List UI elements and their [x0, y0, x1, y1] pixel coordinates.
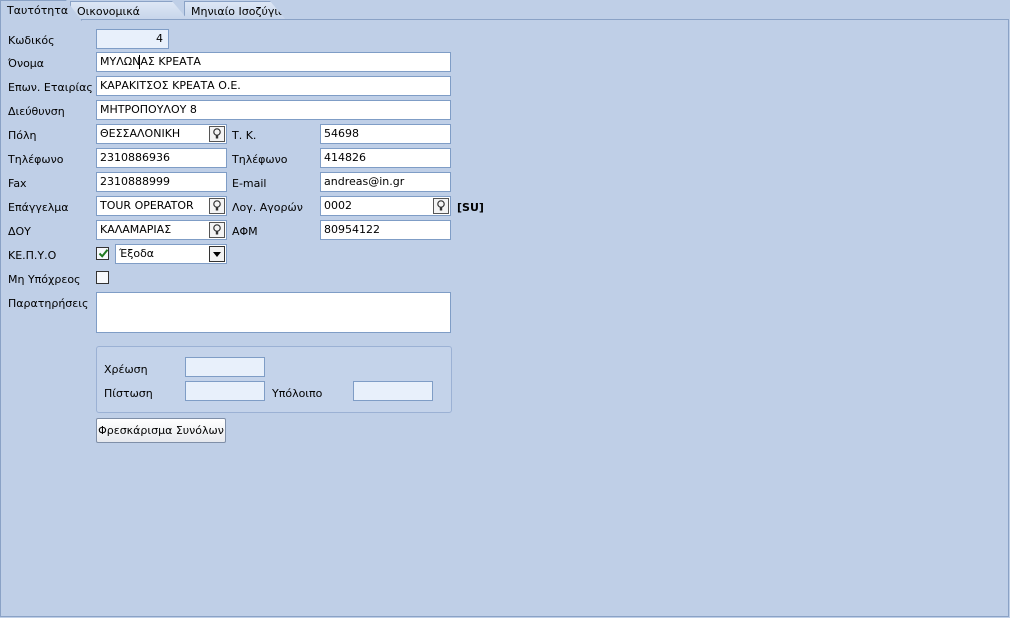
- checkmark-icon: [98, 249, 109, 258]
- company-label: Επων. Εταιρίας: [8, 81, 93, 94]
- address-field[interactable]: ΜΗΤΡΟΠΟΥΛΟΥ 8: [96, 100, 451, 120]
- profession-label: Επάγγελμα: [8, 201, 69, 214]
- vat-label: ΑΦΜ: [232, 225, 258, 238]
- tax-office-lookup-icon[interactable]: [209, 222, 225, 238]
- city-value: ΘΕΣΣΑΛΟΝΙΚΗ: [100, 127, 181, 140]
- phone1-label: Τηλέφωνο: [8, 153, 64, 166]
- chevron-down-icon[interactable]: [209, 246, 225, 262]
- credit-label: Πίστωση: [104, 387, 153, 400]
- profession-value: TOUR OPERATOR: [100, 199, 194, 212]
- email-label: E-mail: [232, 177, 267, 190]
- account-field[interactable]: 0002: [320, 196, 451, 216]
- not-obliged-checkbox[interactable]: [96, 271, 109, 284]
- vat-field[interactable]: 80954122: [320, 220, 451, 240]
- email-field[interactable]: andreas@in.gr: [320, 172, 451, 192]
- notes-label: Παρατηρήσεις: [8, 297, 89, 310]
- refresh-totals-button[interactable]: Φρεσκάρισμα Συνόλων: [96, 418, 226, 443]
- kepyo-checkbox[interactable]: [96, 247, 109, 260]
- address-label: Διεύθυνση: [8, 105, 65, 118]
- account-lookup-icon[interactable]: [433, 198, 449, 214]
- account-label: Λογ. Αγορών: [232, 201, 303, 214]
- profession-lookup-icon[interactable]: [209, 198, 225, 214]
- notes-field[interactable]: [96, 292, 451, 333]
- company-field[interactable]: ΚΑΡΑΚΙΤΣΟΣ ΚΡΕΑΤΑ Ο.Ε.: [96, 76, 451, 96]
- phone1-field[interactable]: 2310886936: [96, 148, 227, 168]
- kepyo-select[interactable]: Έξοδα: [115, 244, 227, 264]
- name-label: Όνομα: [8, 57, 45, 70]
- code-field[interactable]: 4: [96, 29, 169, 49]
- text-caret: [139, 55, 140, 69]
- city-field[interactable]: ΘΕΣΣΑΛΟΝΙΚΗ: [96, 124, 227, 144]
- totals-group: Χρέωση Πίστωση Υπόλοιπο: [96, 346, 452, 413]
- debit-label: Χρέωση: [104, 363, 148, 376]
- city-lookup-icon[interactable]: [209, 126, 225, 142]
- name-field[interactable]: ΜΥΛΩΝΑΣ ΚΡΕΑΤΑ: [96, 52, 451, 72]
- tax-office-value: ΚΑΛΑΜΑΡΙΑΣ: [100, 223, 172, 236]
- profession-field[interactable]: TOUR OPERATOR: [96, 196, 227, 216]
- account-code-suffix: [SU]: [457, 201, 484, 214]
- credit-field: [185, 381, 265, 401]
- phone2-field[interactable]: 414826: [320, 148, 451, 168]
- balance-field: [353, 381, 433, 401]
- fax-field[interactable]: 2310888999: [96, 172, 227, 192]
- city-label: Πόλη: [8, 129, 37, 142]
- fax-label: Fax: [8, 177, 27, 190]
- zip-field[interactable]: 54698: [320, 124, 451, 144]
- code-label: Κωδικός: [8, 34, 55, 47]
- tax-office-field[interactable]: ΚΑΛΑΜΑΡΙΑΣ: [96, 220, 227, 240]
- kepyo-label: ΚΕ.Π.Υ.Ο: [8, 249, 57, 262]
- zip-label: Τ. Κ.: [232, 129, 257, 142]
- debit-field: [185, 357, 265, 377]
- not-obliged-label: Μη Υπόχρεος: [8, 273, 81, 286]
- phone2-label: Τηλέφωνο: [232, 153, 288, 166]
- tax-office-label: ΔΟΥ: [8, 225, 31, 238]
- balance-label: Υπόλοιπο: [272, 387, 323, 400]
- form: Κωδικός 4 Όνομα ΜΥΛΩΝΑΣ ΚΡΕΑΤΑ Επων. Ετα…: [0, 0, 1010, 618]
- kepyo-select-value: Έξοδα: [119, 247, 155, 260]
- account-value: 0002: [324, 199, 352, 212]
